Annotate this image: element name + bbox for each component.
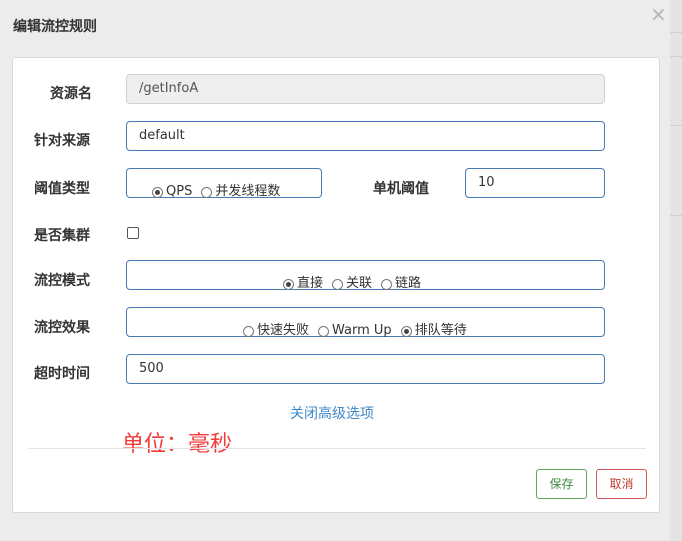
option-label: 并发线程数 — [215, 184, 281, 199]
save-button[interactable]: 保存 — [536, 469, 587, 499]
flow-effect-label: 流控效果 — [34, 320, 90, 336]
cluster-label: 是否集群 — [34, 228, 90, 244]
source-input[interactable]: default — [126, 121, 605, 151]
radio-unchecked-icon[interactable] — [318, 325, 330, 337]
flow-mode-label: 流控模式 — [34, 273, 90, 289]
option-label: 直接 — [297, 276, 324, 291]
option-label: 快速失败 — [257, 323, 310, 338]
unit-annotation: 单位：毫秒 — [122, 432, 233, 457]
flow-mode-relate-option[interactable]: 关联 — [332, 270, 372, 298]
radio-checked-icon[interactable] — [152, 186, 163, 198]
radio-unchecked-icon[interactable] — [201, 186, 213, 198]
flow-effect-fast-fail-option[interactable]: 快速失败 — [243, 317, 309, 345]
option-label: QPS — [166, 184, 193, 199]
timeout-label: 超时时间 — [34, 366, 90, 382]
single-threshold-label: 单机阈值 — [373, 181, 429, 197]
flow-effect-group: 快速失败 Warm Up 排队等待 — [126, 307, 605, 338]
modal-header: 编辑流控规则 × — [0, 0, 670, 56]
threshold-type-group: QPS 并发线程数 — [126, 168, 322, 199]
single-threshold-input[interactable]: 10 — [465, 168, 605, 198]
form-panel: 资源名 /getInfoA 针对来源 default 阈值类型 QPS 并发线程… — [12, 57, 660, 513]
radio-checked-icon[interactable] — [283, 278, 294, 290]
source-label: 针对来源 — [34, 133, 90, 149]
option-label: 关联 — [346, 276, 373, 291]
close-icon[interactable]: × — [650, 4, 667, 24]
resource-label: 资源名 — [50, 86, 92, 102]
flow-mode-direct-option[interactable]: 直接 — [283, 270, 323, 298]
resource-input: /getInfoA — [126, 74, 605, 104]
option-label: Warm Up — [332, 323, 392, 338]
footer-divider — [28, 448, 646, 449]
flow-effect-warm-up-option[interactable]: Warm Up — [318, 317, 392, 345]
radio-unchecked-icon[interactable] — [381, 278, 393, 290]
option-label: 链路 — [395, 276, 422, 291]
threshold-type-label: 阈值类型 — [34, 181, 90, 197]
option-label: 排队等待 — [414, 323, 467, 338]
cancel-button[interactable]: 取消 — [596, 469, 647, 499]
radio-checked-icon[interactable] — [400, 325, 412, 337]
modal-title: 编辑流控规则 — [13, 19, 97, 35]
threshold-type-qps-option[interactable]: QPS — [152, 178, 192, 206]
cluster-checkbox[interactable] — [127, 227, 139, 239]
threshold-type-threads-option[interactable]: 并发线程数 — [201, 178, 280, 206]
toggle-advanced-link[interactable]: 关闭高级选项 — [290, 403, 374, 423]
background-page-edge — [670, 0, 682, 541]
flow-effect-queue-option[interactable]: 排队等待 — [400, 317, 467, 345]
timeout-input[interactable]: 500 — [126, 354, 605, 384]
flow-mode-group: 直接 关联 链路 — [126, 260, 605, 291]
radio-unchecked-icon[interactable] — [243, 325, 254, 337]
flow-mode-chain-option[interactable]: 链路 — [381, 270, 421, 298]
radio-unchecked-icon[interactable] — [332, 278, 344, 290]
